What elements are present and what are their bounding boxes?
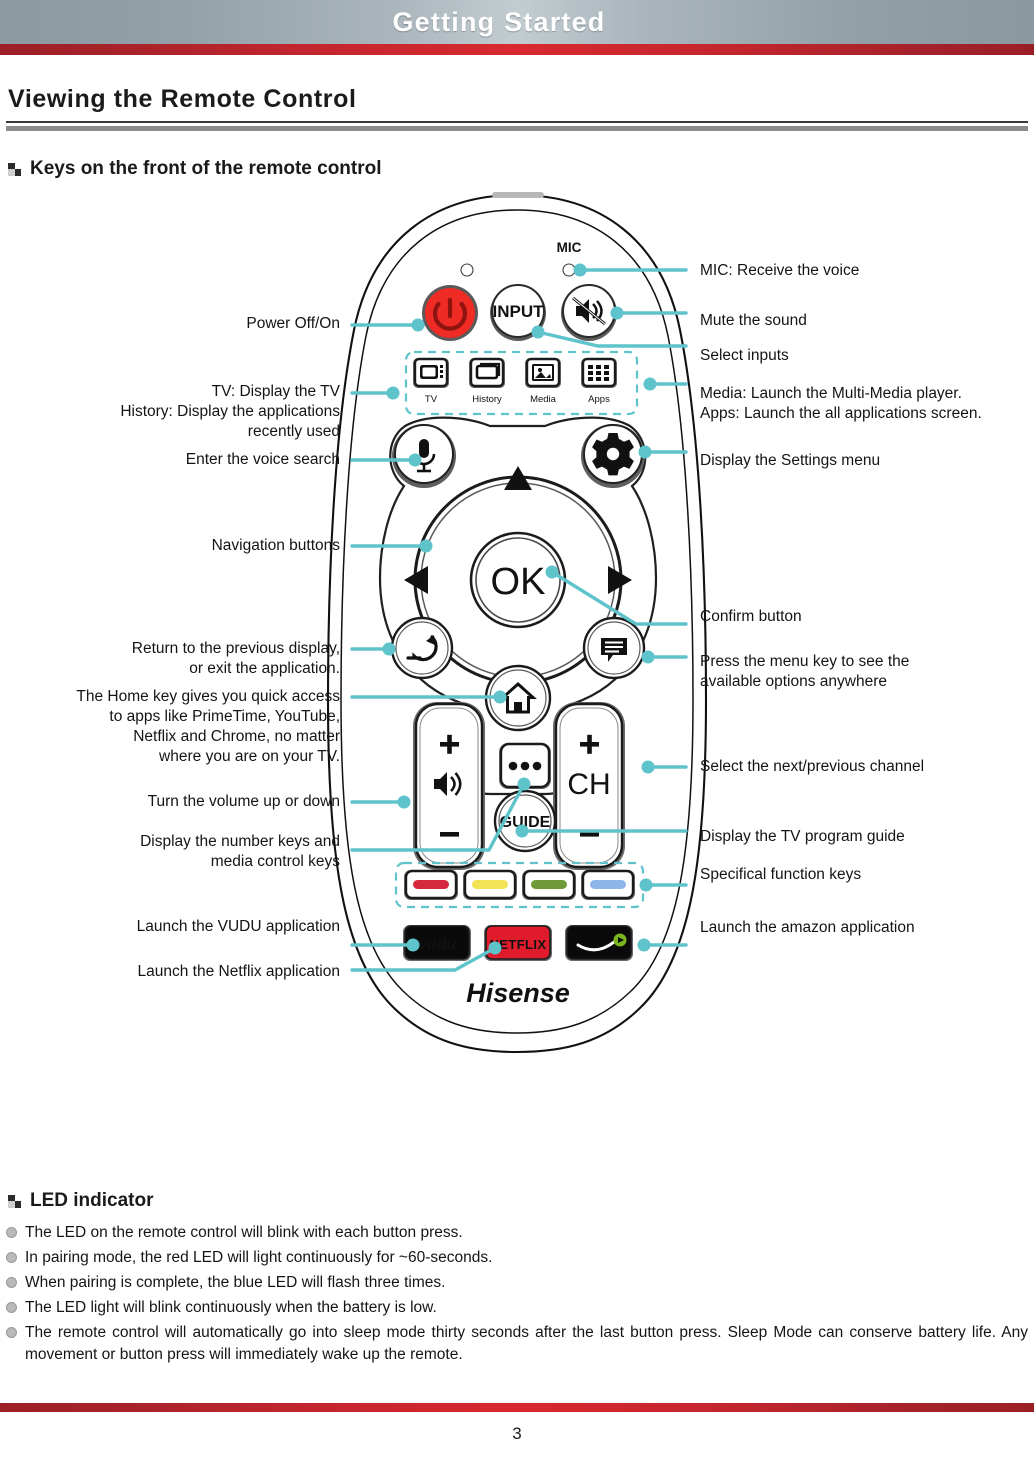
led-list-item: The remote control will automatically go… xyxy=(6,1322,1028,1366)
callout-left-numkeys: Display the number keys and media contro… xyxy=(140,833,340,870)
led-item-text: The LED light will blink continuously wh… xyxy=(25,1299,437,1316)
input-text-label: INPUT xyxy=(493,302,545,321)
volume-down-icon[interactable] xyxy=(440,832,459,837)
manual-page: Getting Started Viewing the Remote Contr… xyxy=(0,0,1034,1460)
bullet-dot-icon xyxy=(6,1277,17,1288)
callout-right-ok: Confirm button xyxy=(700,608,802,625)
callout-left-tv-history: TV: Display the TV History: Display the … xyxy=(120,383,340,440)
ok-button[interactable]: OK xyxy=(469,531,567,629)
led-list-item: When pairing is complete, the blue LED w… xyxy=(6,1272,1028,1294)
callout-right-mute: Mute the sound xyxy=(700,312,807,329)
led-item-text: The remote control will automatically go… xyxy=(25,1324,1028,1363)
subheading-keys-label: Keys on the front of the remote control xyxy=(30,158,382,179)
led-list-item: The LED on the remote control will blink… xyxy=(6,1222,1028,1244)
section-heading: Viewing the Remote Control xyxy=(8,85,357,113)
bullet-dot-icon xyxy=(6,1252,17,1263)
callout-right-channel: Select the next/previous channel xyxy=(700,758,925,775)
ch-text-label: CH xyxy=(567,768,610,801)
led-list-item: The LED light will blink continuously wh… xyxy=(6,1297,1028,1319)
color-key-green[interactable] xyxy=(522,869,576,900)
hisense-brand-label: Hisense xyxy=(466,978,570,1008)
checker-bullet-icon-led xyxy=(8,1194,21,1208)
back-button[interactable] xyxy=(390,616,454,680)
bullet-dot-icon xyxy=(6,1302,17,1313)
mic-text-label: MIC xyxy=(557,240,582,255)
callout-right-guide: Display the TV program guide xyxy=(700,828,905,845)
led-item-text: The LED on the remote control will blink… xyxy=(25,1224,463,1241)
led-item-text: In pairing mode, the red LED will light … xyxy=(25,1249,493,1266)
ok-text-label: OK xyxy=(491,561,546,603)
callout-left-back: Return to the previous display, or exit … xyxy=(131,640,340,677)
shortcut-apps-label: Apps xyxy=(588,394,610,405)
led-item-text: When pairing is complete, the blue LED w… xyxy=(25,1274,446,1291)
media-icon xyxy=(532,364,554,381)
callout-left-navigation: Navigation buttons xyxy=(211,537,340,554)
shortcut-history-button[interactable]: History xyxy=(469,357,505,405)
led-list-item: In pairing mode, the red LED will light … xyxy=(6,1247,1028,1269)
callout-right-input: Select inputs xyxy=(700,347,789,364)
shortcut-tv-label: TV xyxy=(425,394,438,405)
apps-grid-icon xyxy=(588,365,609,381)
header-red-rule xyxy=(0,44,1034,55)
subheading-keys: Keys on the front of the remote control xyxy=(8,158,382,180)
voice-search-button[interactable] xyxy=(392,424,456,488)
section-rule-thin xyxy=(6,121,1028,123)
color-key-red[interactable] xyxy=(404,869,458,900)
mute-button[interactable] xyxy=(561,284,617,341)
callout-right-amazon: Launch the amazon application xyxy=(700,919,915,936)
callout-right-menu: Press the menu key to see the available … xyxy=(700,653,910,690)
color-key-yellow[interactable] xyxy=(463,869,517,900)
callout-right-media-apps: Media: Launch the Multi-Media player. Ap… xyxy=(700,385,982,422)
callout-left-home: The Home key gives you quick access to a… xyxy=(76,688,340,765)
callout-left-vudu: Launch the VUDU application xyxy=(136,918,340,935)
page-title: Getting Started xyxy=(392,6,606,37)
amazon-button[interactable] xyxy=(565,925,633,961)
shortcut-history-label: History xyxy=(472,394,502,405)
led-indicator-list: The LED on the remote control will blink… xyxy=(6,1222,1028,1369)
callout-left-voice: Enter the voice search xyxy=(185,451,340,468)
callout-right-colorkeys: Specifical function keys xyxy=(700,866,862,883)
bullet-dot-icon xyxy=(6,1227,17,1238)
more-dots-icon xyxy=(508,761,542,771)
shortcut-media-label: Media xyxy=(530,394,557,405)
vudu-logo-label: vudu xyxy=(418,936,456,953)
color-key-blue[interactable] xyxy=(581,869,635,900)
menu-button[interactable] xyxy=(582,616,646,680)
section-rule-thick xyxy=(6,126,1028,131)
settings-button[interactable] xyxy=(581,424,645,488)
shortcut-media-button[interactable]: Media xyxy=(525,357,561,405)
page-number: 3 xyxy=(512,1424,522,1443)
callout-left-power: Power Off/On xyxy=(246,315,340,332)
callout-right-mic: MIC: Receive the voice xyxy=(700,262,860,279)
bullet-dot-icon xyxy=(6,1327,17,1338)
footer-red-rule xyxy=(0,1403,1034,1412)
power-button[interactable] xyxy=(422,285,478,341)
subheading-led: LED indicator xyxy=(8,1190,154,1212)
volume-rocker[interactable] xyxy=(413,702,485,870)
callout-left-netflix: Launch the Netflix application xyxy=(137,963,341,980)
callout-right-settings: Display the Settings menu xyxy=(700,452,881,469)
callout-left-volume: Turn the volume up or down xyxy=(147,793,340,810)
page-header-banner: Getting Started xyxy=(0,0,1034,44)
channel-rocker[interactable]: CH xyxy=(553,702,625,870)
checker-bullet-icon xyxy=(8,162,21,176)
subheading-led-label: LED indicator xyxy=(30,1190,154,1211)
